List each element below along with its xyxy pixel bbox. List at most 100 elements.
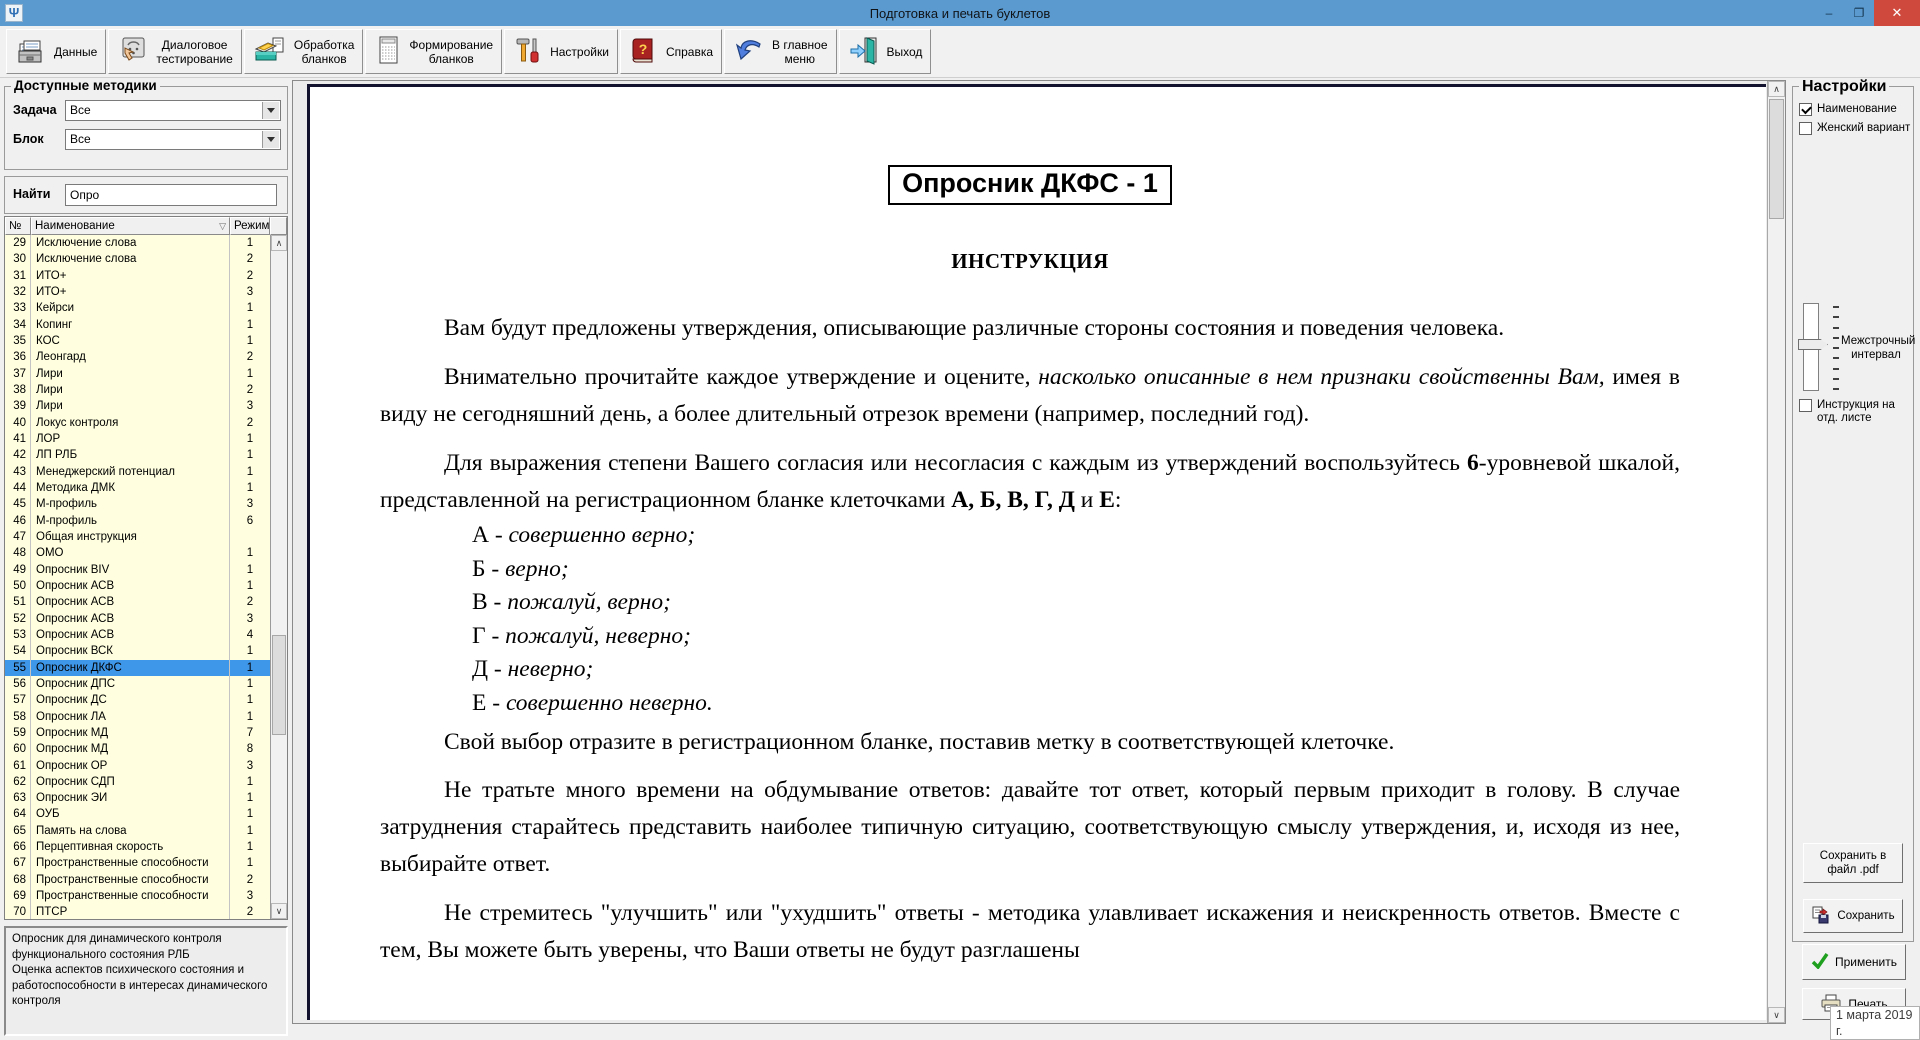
table-row[interactable]: 66Перцептивная скорость1	[5, 839, 270, 855]
card-file-icon	[15, 35, 47, 68]
scroll-down-icon[interactable]: ∨	[271, 903, 287, 919]
checkbox-checked-icon[interactable]	[1799, 103, 1812, 116]
table-row[interactable]: 70ПТСР2	[5, 904, 270, 919]
table-row[interactable]: 44Методика ДМК1	[5, 480, 270, 496]
mcell-num: 39	[5, 398, 31, 414]
save-button[interactable]: Сохранить	[1803, 899, 1903, 933]
mcell-num: 53	[5, 627, 31, 643]
forms-generation-button[interactable]: Формирование бланков	[365, 29, 502, 74]
female-variant-checkbox-row[interactable]: Женский вариант	[1799, 122, 1910, 135]
column-header-name[interactable]: Наименование ▽	[31, 217, 230, 235]
table-row[interactable]: 32ИТО+3	[5, 284, 270, 300]
table-row[interactable]: 57Опросник ДС1	[5, 692, 270, 708]
task-dropdown-button[interactable]	[262, 102, 279, 119]
task-select[interactable]: Все	[65, 100, 281, 121]
search-input[interactable]	[65, 184, 277, 206]
settings-button[interactable]: Настройки	[504, 29, 618, 74]
table-row[interactable]: 33Кейрси1	[5, 300, 270, 316]
table-row[interactable]: 65Память на слова1	[5, 823, 270, 839]
block-dropdown-button[interactable]	[262, 131, 279, 148]
table-row[interactable]: 68Пространственные способности2	[5, 872, 270, 888]
scrollbar-thumb[interactable]	[272, 635, 286, 735]
table-row[interactable]: 61Опросник ОР3	[5, 758, 270, 774]
table-row[interactable]: 31ИТО+2	[5, 268, 270, 284]
mcell-name: Опросник АСВ	[31, 611, 230, 627]
table-row[interactable]: 39Лири3	[5, 398, 270, 414]
data-button[interactable]: Данные	[6, 29, 106, 74]
slider-thumb[interactable]	[1798, 339, 1828, 350]
name-checkbox-row[interactable]: Наименование	[1799, 103, 1897, 116]
table-row[interactable]: 50Опросник АСВ1	[5, 578, 270, 594]
table-row[interactable]: 37Лири1	[5, 366, 270, 382]
scrollbar-thumb[interactable]	[1769, 99, 1784, 219]
mcell-name: Опросник МД	[31, 725, 230, 741]
main-menu-button[interactable]: В главное меню	[724, 29, 836, 74]
table-row[interactable]: 64ОУБ1	[5, 806, 270, 822]
apply-button[interactable]: Применить	[1802, 944, 1906, 980]
sort-icon: ▽	[219, 221, 226, 232]
dialog-testing-button[interactable]: Диалоговое тестирование	[108, 29, 242, 74]
column-header-num[interactable]: №	[5, 217, 31, 235]
task-field-row: Задача Все	[5, 100, 287, 122]
checkbox-unchecked-icon[interactable]	[1799, 122, 1812, 135]
close-button[interactable]: ✕	[1874, 0, 1920, 26]
table-row[interactable]: 45М-профиль3	[5, 496, 270, 512]
table-row[interactable]: 40Локус контроля2	[5, 415, 270, 431]
table-row[interactable]: 46М-профиль6	[5, 513, 270, 529]
table-row[interactable]: 63Опросник ЭИ1	[5, 790, 270, 806]
table-row[interactable]: 42ЛП РЛБ1	[5, 447, 270, 463]
table-row[interactable]: 54Опросник ВСК1	[5, 643, 270, 659]
mcell-mode: 1	[230, 709, 270, 725]
table-row[interactable]: 43Менеджерский потенциал1	[5, 464, 270, 480]
minimize-button[interactable]: –	[1814, 0, 1844, 26]
scroll-up-icon[interactable]: ∧	[271, 235, 287, 251]
table-row[interactable]: 62Опросник СДП1	[5, 774, 270, 790]
table-row[interactable]: 35КОС1	[5, 333, 270, 349]
table-row[interactable]: 59Опросник МД7	[5, 725, 270, 741]
mcell-name: Перцептивная скорость	[31, 839, 230, 855]
table-row[interactable]: 38Лири2	[5, 382, 270, 398]
mcell-name: Память на слова	[31, 823, 230, 839]
checkbox-unchecked-icon[interactable]	[1799, 399, 1812, 412]
table-row[interactable]: 36Леонгард2	[5, 349, 270, 365]
table-row[interactable]: 60Опросник МД8	[5, 741, 270, 757]
table-row[interactable]: 41ЛОР1	[5, 431, 270, 447]
table-row[interactable]: 52Опросник АСВ3	[5, 611, 270, 627]
table-row[interactable]: 53Опросник АСВ4	[5, 627, 270, 643]
table-row[interactable]: 34Копинг1	[5, 317, 270, 333]
instruction-checkbox-row[interactable]: Инструкция на отд. листе	[1799, 399, 1907, 425]
mcell-num: 49	[5, 562, 31, 578]
column-header-mode[interactable]: Режим	[230, 217, 270, 235]
doc-paragraph: Вам будут предложены утверждения, описыв…	[380, 310, 1680, 347]
table-row[interactable]: 47Общая инструкция	[5, 529, 270, 545]
table-row[interactable]: 69Пространственные способности3	[5, 888, 270, 904]
female-variant-checkbox-label: Женский вариант	[1817, 122, 1910, 135]
table-row[interactable]: 56Опросник ДПС1	[5, 676, 270, 692]
table-row[interactable]: 58Опросник ЛА1	[5, 709, 270, 725]
scroll-up-icon[interactable]: ∧	[1768, 81, 1785, 97]
mcell-num: 70	[5, 904, 31, 919]
table-row[interactable]: 48ОМО1	[5, 545, 270, 561]
table-row[interactable]: 51Опросник АСВ2	[5, 594, 270, 610]
scroll-down-icon[interactable]: ∨	[1768, 1007, 1785, 1023]
table-row[interactable]: 55Опросник ДКФС1	[5, 660, 270, 676]
block-select[interactable]: Все	[65, 129, 281, 150]
mcell-name: ЛОР	[31, 431, 230, 447]
maximize-button[interactable]: ❐	[1844, 0, 1874, 26]
line-spacing-label: Межстрочный интервал	[1841, 334, 1911, 362]
toolbar-button-label: Формирование бланков	[409, 38, 493, 66]
help-button[interactable]: ? Справка	[620, 29, 722, 74]
toolbar-button-label: Данные	[54, 45, 97, 59]
document-scrollbar[interactable]: ∧ ∨	[1767, 81, 1785, 1023]
mcell-name: ИТО+	[31, 284, 230, 300]
mcell-name: Копинг	[31, 317, 230, 333]
table-row[interactable]: 49Опросник BIV1	[5, 562, 270, 578]
mcell-mode: 3	[230, 398, 270, 414]
table-row[interactable]: 67Пространственные способности1	[5, 855, 270, 871]
table-row[interactable]: 29Исключение слова1	[5, 235, 270, 251]
exit-button[interactable]: Выход	[839, 29, 932, 74]
save-pdf-button[interactable]: Сохранить в файл .pdf	[1803, 843, 1903, 883]
table-row[interactable]: 30Исключение слова2	[5, 251, 270, 267]
forms-processing-button[interactable]: Обработка бланков	[244, 29, 364, 74]
methods-scrollbar[interactable]: ∧ ∨	[270, 235, 287, 919]
